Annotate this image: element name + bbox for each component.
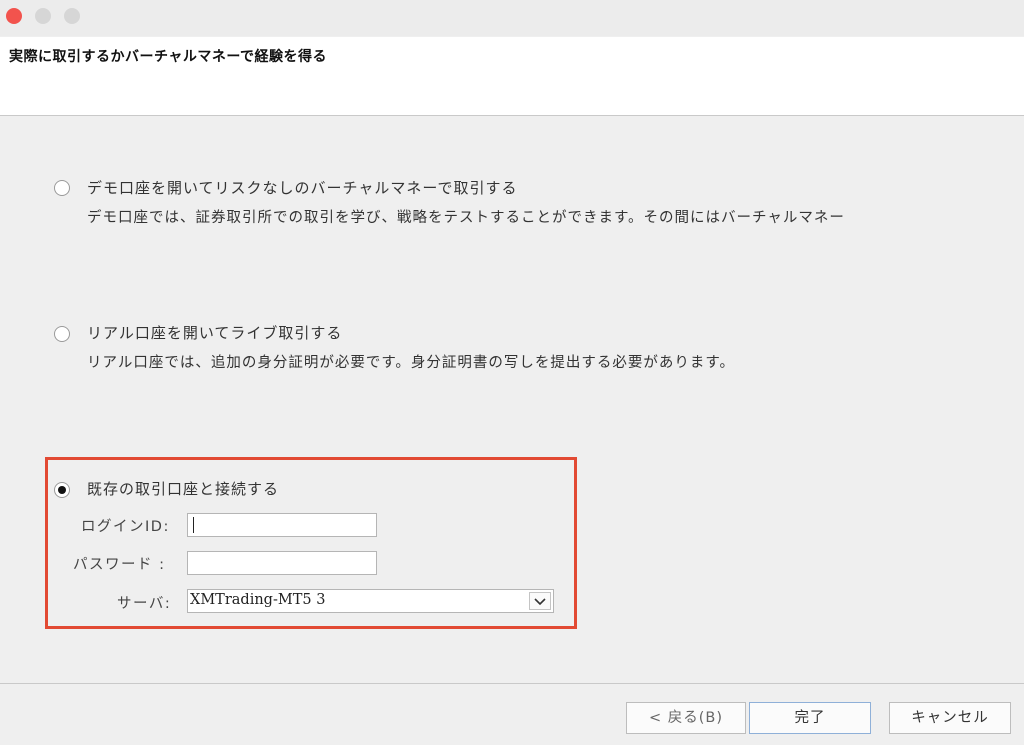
window-titlebar: [0, 0, 1024, 36]
maximize-icon[interactable]: [64, 8, 80, 24]
server-select[interactable]: XMTrading-MT5 3: [187, 589, 554, 613]
text-caret: [193, 517, 194, 533]
radio-demo[interactable]: [54, 180, 70, 196]
close-icon[interactable]: [6, 8, 22, 24]
password-label: パスワード :: [73, 557, 166, 573]
option-demo-label[interactable]: デモ口座を開いてリスクなしのバーチャルマネーで取引する: [87, 177, 518, 198]
option-existing-label[interactable]: 既存の取引口座と接続する: [87, 478, 279, 499]
minimize-icon[interactable]: [35, 8, 51, 24]
back-button[interactable]: < 戻る(B): [626, 702, 746, 734]
option-demo-description: デモ口座では、証券取引所での取引を学び、戦略をテストすることができます。その間に…: [87, 210, 845, 226]
server-label: サーバ:: [117, 596, 172, 612]
footer-divider: [0, 683, 1024, 684]
radio-existing[interactable]: [54, 482, 70, 498]
option-real-description: リアル口座では、追加の身分証明が必要です。身分証明書の写しを提出する必要がありま…: [87, 355, 735, 371]
option-real-label[interactable]: リアル口座を開いてライブ取引する: [87, 322, 342, 343]
chevron-down-icon[interactable]: [529, 592, 551, 610]
cancel-button[interactable]: キャンセル: [889, 702, 1011, 734]
server-select-value: XMTrading-MT5 3: [190, 592, 326, 608]
login-id-label: ログインID:: [81, 519, 170, 535]
password-input[interactable]: [187, 551, 377, 575]
login-id-input[interactable]: [187, 513, 377, 537]
dialog-header: 実際に取引するかバーチャルマネーで経験を得る: [0, 37, 1024, 116]
page-title: 実際に取引するかバーチャルマネーで経験を得る: [9, 49, 328, 65]
finish-button[interactable]: 完了: [749, 702, 871, 734]
radio-real[interactable]: [54, 326, 70, 342]
